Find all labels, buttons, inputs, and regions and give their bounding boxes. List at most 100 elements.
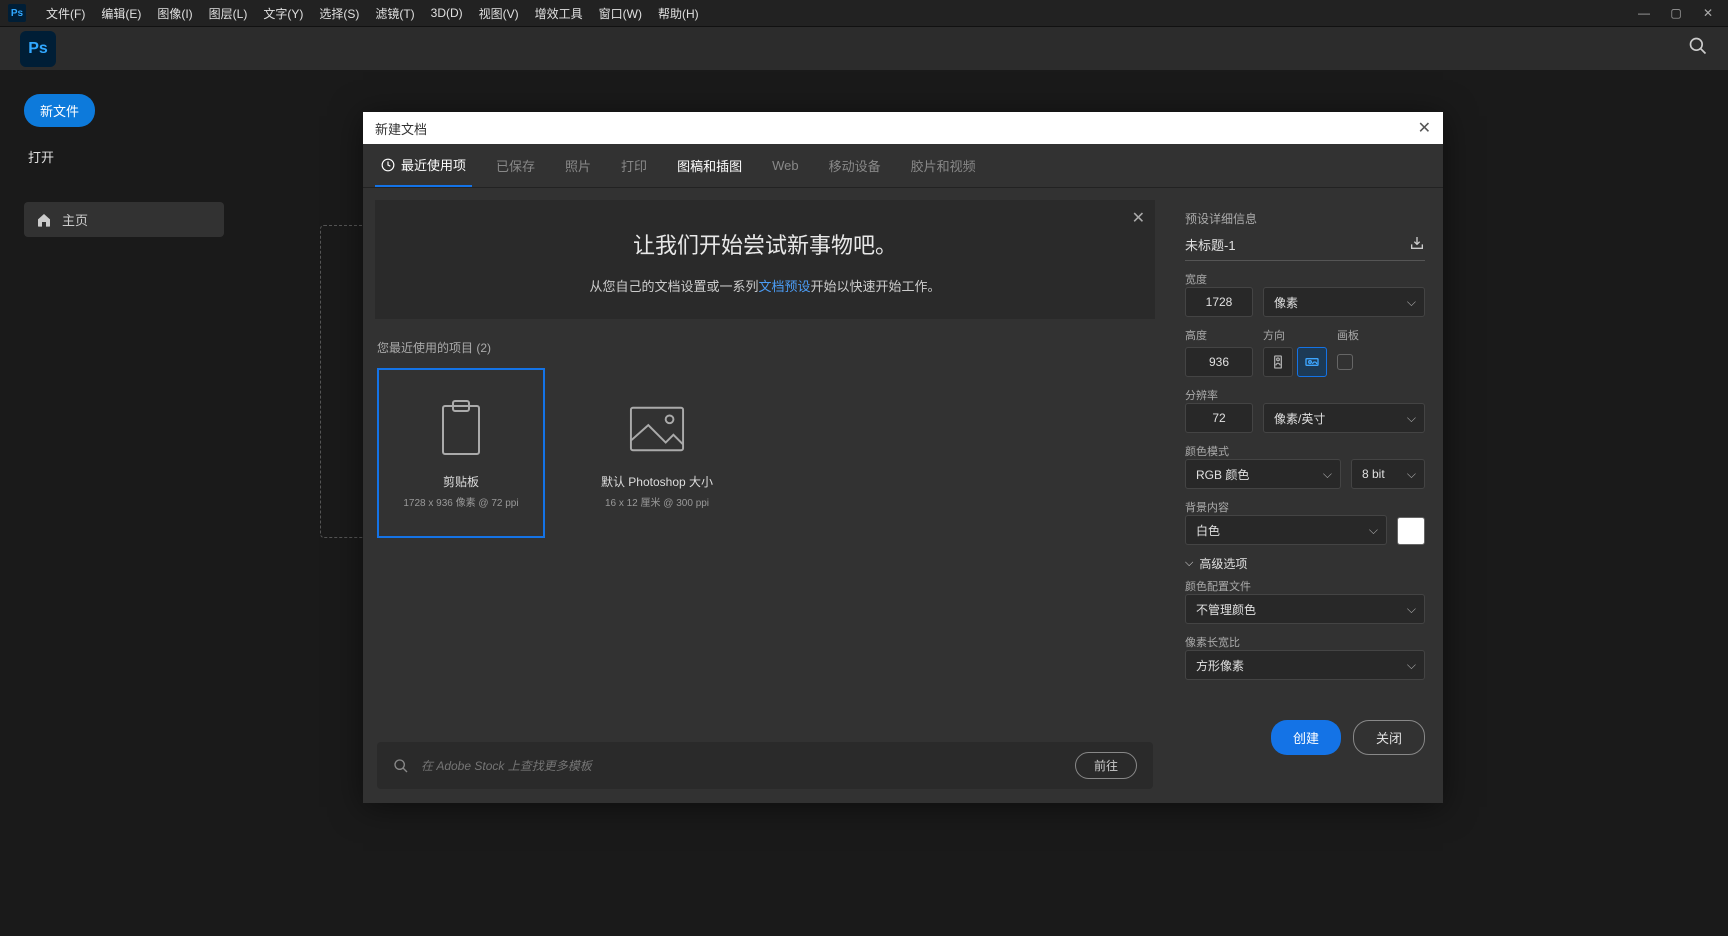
tab-label: 已保存 bbox=[496, 156, 535, 175]
create-button[interactable]: 创建 bbox=[1271, 720, 1341, 755]
menu-plugins[interactable]: 增效工具 bbox=[527, 5, 591, 22]
tab-art[interactable]: 图稿和插图 bbox=[671, 144, 748, 187]
height-label: 高度 bbox=[1185, 327, 1253, 343]
width-input[interactable] bbox=[1185, 287, 1253, 317]
document-name-input[interactable] bbox=[1185, 237, 1409, 252]
advanced-label: 高级选项 bbox=[1199, 555, 1247, 572]
details-column: 预设详细信息 宽度 像素 高度 方向 bbox=[1167, 188, 1443, 803]
sidebar-item-home[interactable]: 主页 bbox=[24, 202, 224, 237]
artboard-checkbox[interactable] bbox=[1337, 354, 1353, 370]
dialog-tabs: 最近使用项 已保存 照片 打印 图稿和插图 Web 移动设备 胶片和视频 bbox=[363, 144, 1443, 188]
tab-label: 最近使用项 bbox=[401, 155, 466, 174]
preset-subtitle: 16 x 12 厘米 @ 300 ppi bbox=[605, 494, 709, 509]
search-icon bbox=[393, 758, 409, 774]
bg-color-swatch[interactable] bbox=[1397, 517, 1425, 545]
search-icon[interactable] bbox=[1688, 36, 1708, 61]
tab-label: 胶片和视频 bbox=[911, 156, 976, 175]
stock-search-input[interactable] bbox=[421, 759, 1063, 773]
preset-card-default[interactable]: 默认 Photoshop 大小 16 x 12 厘米 @ 300 ppi bbox=[573, 368, 741, 538]
menu-image[interactable]: 图像(I) bbox=[149, 5, 200, 22]
width-label: 宽度 bbox=[1185, 271, 1425, 287]
menu-help[interactable]: 帮助(H) bbox=[650, 5, 707, 22]
sidebar-item-label: 主页 bbox=[62, 210, 88, 229]
tab-web[interactable]: Web bbox=[766, 144, 805, 187]
hero-close-icon[interactable]: ✕ bbox=[1132, 208, 1145, 228]
preset-title: 默认 Photoshop 大小 bbox=[601, 473, 713, 490]
tab-recent[interactable]: 最近使用项 bbox=[375, 144, 472, 187]
maximize-icon[interactable]: ▢ bbox=[1664, 4, 1688, 22]
menu-type[interactable]: 文字(Y) bbox=[255, 5, 311, 22]
menu-edit[interactable]: 编辑(E) bbox=[93, 5, 149, 22]
hero-title: 让我们开始尝试新事物吧。 bbox=[395, 228, 1135, 260]
bg-dropdown[interactable]: 白色 bbox=[1185, 515, 1387, 545]
orientation-label: 方向 bbox=[1263, 327, 1327, 343]
tab-photo[interactable]: 照片 bbox=[559, 144, 597, 187]
stock-search-bar: 前往 bbox=[377, 742, 1153, 789]
ps-badge-icon: Ps bbox=[8, 4, 26, 22]
dialog-footer: 创建 关闭 bbox=[1185, 720, 1425, 755]
tab-label: 移动设备 bbox=[829, 156, 881, 175]
menu-filter[interactable]: 滤镜(T) bbox=[367, 5, 422, 22]
menu-select[interactable]: 选择(S) bbox=[311, 5, 367, 22]
artboard-label: 画板 bbox=[1337, 327, 1359, 343]
profile-label: 颜色配置文件 bbox=[1185, 578, 1425, 594]
color-mode-label: 颜色模式 bbox=[1185, 443, 1425, 459]
details-header: 预设详细信息 bbox=[1185, 210, 1425, 227]
minimize-icon[interactable]: — bbox=[1632, 4, 1656, 22]
orientation-portrait-button[interactable] bbox=[1263, 347, 1293, 377]
dialog-title: 新建文档 bbox=[375, 119, 427, 138]
window-controls: — ▢ ✕ bbox=[1632, 4, 1720, 22]
home-icon bbox=[36, 212, 52, 228]
dialog-close-icon[interactable]: ✕ bbox=[1418, 118, 1431, 138]
close-window-icon[interactable]: ✕ bbox=[1696, 4, 1720, 22]
advanced-toggle[interactable]: 高级选项 bbox=[1185, 555, 1425, 572]
preset-card-clipboard[interactable]: 剪贴板 1728 x 936 像素 @ 72 ppi bbox=[377, 368, 545, 538]
close-button[interactable]: 关闭 bbox=[1353, 720, 1425, 755]
tab-label: 打印 bbox=[621, 156, 647, 175]
bit-depth-dropdown[interactable]: 8 bit bbox=[1351, 459, 1425, 489]
menu-layer[interactable]: 图层(L) bbox=[201, 5, 256, 22]
hero-panel: ✕ 让我们开始尝试新事物吧。 从您自己的文档设置或一系列文档预设开始以快速开始工… bbox=[375, 200, 1155, 319]
clipboard-icon bbox=[433, 397, 489, 461]
new-file-button[interactable]: 新文件 bbox=[24, 94, 95, 127]
preset-subtitle: 1728 x 936 像素 @ 72 ppi bbox=[403, 494, 518, 509]
hero-link[interactable]: 文档预设 bbox=[758, 279, 810, 294]
menu-file[interactable]: 文件(F) bbox=[38, 5, 93, 22]
aspect-label: 像素长宽比 bbox=[1185, 634, 1425, 650]
clock-icon bbox=[381, 158, 395, 172]
resolution-input[interactable] bbox=[1185, 403, 1253, 433]
aspect-dropdown[interactable]: 方形像素 bbox=[1185, 650, 1425, 680]
hero-text: 从您自己的文档设置或一系列文档预设开始以快速开始工作。 bbox=[395, 276, 1135, 295]
left-sidebar: 新文件 打开 主页 bbox=[0, 70, 240, 261]
image-icon bbox=[629, 397, 685, 461]
menu-3d[interactable]: 3D(D) bbox=[423, 6, 471, 20]
bg-label: 背景内容 bbox=[1185, 499, 1425, 515]
open-button[interactable]: 打开 bbox=[24, 135, 58, 178]
unit-dropdown[interactable]: 像素 bbox=[1263, 287, 1425, 317]
orientation-landscape-button[interactable] bbox=[1297, 347, 1327, 377]
tab-label: 图稿和插图 bbox=[677, 156, 742, 175]
app-toolbar: Ps bbox=[0, 26, 1728, 70]
resolution-unit-dropdown[interactable]: 像素/英寸 bbox=[1263, 403, 1425, 433]
height-input[interactable] bbox=[1185, 347, 1253, 377]
menubar: Ps 文件(F) 编辑(E) 图像(I) 图层(L) 文字(Y) 选择(S) 滤… bbox=[0, 0, 1728, 26]
new-document-dialog: 新建文档 ✕ 最近使用项 已保存 照片 打印 图稿和插图 Web 移动设备 胶片… bbox=[363, 112, 1443, 803]
tab-saved[interactable]: 已保存 bbox=[490, 144, 541, 187]
tab-film[interactable]: 胶片和视频 bbox=[905, 144, 982, 187]
tab-label: Web bbox=[772, 158, 799, 173]
color-mode-dropdown[interactable]: RGB 颜色 bbox=[1185, 459, 1341, 489]
preset-grid: 剪贴板 1728 x 936 像素 @ 72 ppi 默认 Photoshop … bbox=[363, 364, 1167, 542]
tab-mobile[interactable]: 移动设备 bbox=[823, 144, 887, 187]
go-button[interactable]: 前往 bbox=[1075, 752, 1137, 779]
profile-dropdown[interactable]: 不管理颜色 bbox=[1185, 594, 1425, 624]
presets-column: ✕ 让我们开始尝试新事物吧。 从您自己的文档设置或一系列文档预设开始以快速开始工… bbox=[363, 188, 1167, 803]
ps-logo-icon: Ps bbox=[20, 31, 56, 67]
menu-view[interactable]: 视图(V) bbox=[471, 5, 527, 22]
menu-window[interactable]: 窗口(W) bbox=[591, 5, 650, 22]
save-preset-icon[interactable] bbox=[1409, 235, 1425, 254]
tab-label: 照片 bbox=[565, 156, 591, 175]
dialog-titlebar: 新建文档 ✕ bbox=[363, 112, 1443, 144]
preset-title: 剪贴板 bbox=[443, 473, 479, 490]
recent-label: 您最近使用的项目 (2) bbox=[363, 331, 1167, 364]
tab-print[interactable]: 打印 bbox=[615, 144, 653, 187]
